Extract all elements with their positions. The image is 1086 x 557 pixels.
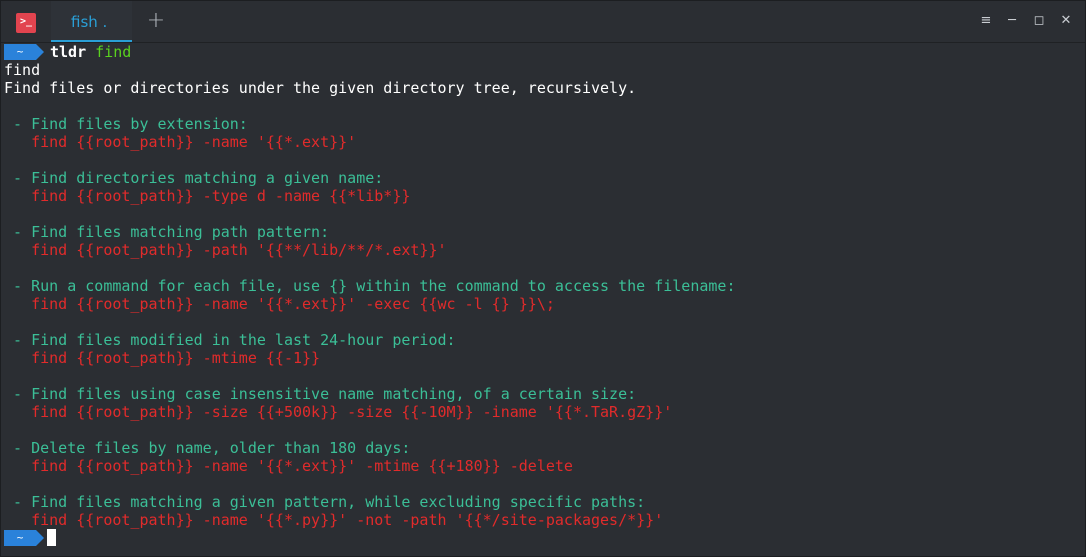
example-command: find {{root_path}} -name '{{*.ext}}' -ex…: [4, 295, 555, 313]
example-command: find {{root_path}} -name '{{*.ext}}' -mt…: [4, 457, 573, 475]
minimize-icon[interactable]: ─: [1004, 13, 1020, 29]
example-description: - Find files by extension:: [4, 115, 248, 133]
example-command: find {{root_path}} -mtime {{-1}}: [4, 349, 321, 367]
example-description: - Find files matching path pattern:: [4, 223, 330, 241]
example-command: find {{root_path}} -type d -name {{*lib*…: [4, 187, 411, 205]
text-cursor: [47, 529, 56, 546]
page-name: find: [4, 61, 41, 79]
prompt-home-badge: ~: [4, 530, 44, 546]
maximize-icon[interactable]: ◻: [1031, 13, 1047, 29]
terminal-app-icon[interactable]: >_: [16, 13, 36, 33]
title-bar: >_ fish . + ≡ ─ ◻ ✕: [1, 1, 1085, 43]
tab-fish[interactable]: fish .: [51, 1, 132, 42]
menu-icon[interactable]: ≡: [978, 13, 994, 29]
example-description: - Find files using case insensitive name…: [4, 385, 637, 403]
new-tab-plus-icon[interactable]: +: [145, 10, 167, 33]
active-prompt-line[interactable]: ~: [4, 529, 56, 547]
example-command: find {{root_path}} -name '{{*.ext}}': [4, 133, 357, 151]
example-description: - Delete files by name, older than 180 d…: [4, 439, 411, 457]
close-icon[interactable]: ✕: [1058, 13, 1074, 29]
prompt-line: ~ tldr find: [4, 43, 131, 61]
terminal-output[interactable]: ~ tldr find find Find files or directorie…: [1, 43, 1085, 556]
tab-label: fish .: [71, 13, 108, 31]
example-description: - Find directories matching a given name…: [4, 169, 384, 187]
example-description: - Run a command for each file, use {} wi…: [4, 277, 736, 295]
page-summary: Find files or directories under the give…: [4, 79, 637, 97]
example-description: - Find files matching a given pattern, w…: [4, 493, 646, 511]
terminal-window: >_ fish . + ≡ ─ ◻ ✕ ~ tldr find find Find…: [0, 0, 1086, 557]
command-text: tldr: [50, 43, 87, 61]
example-description: - Find files modified in the last 24-hou…: [4, 331, 456, 349]
example-command: find {{root_path}} -name '{{*.py}}' -not…: [4, 511, 664, 529]
command-argument: find: [95, 43, 132, 61]
example-command: find {{root_path}} -path '{{**/lib/**/*.…: [4, 241, 447, 259]
prompt-home-badge: ~: [4, 44, 44, 60]
example-command: find {{root_path}} -size {{+500k}} -size…: [4, 403, 673, 421]
